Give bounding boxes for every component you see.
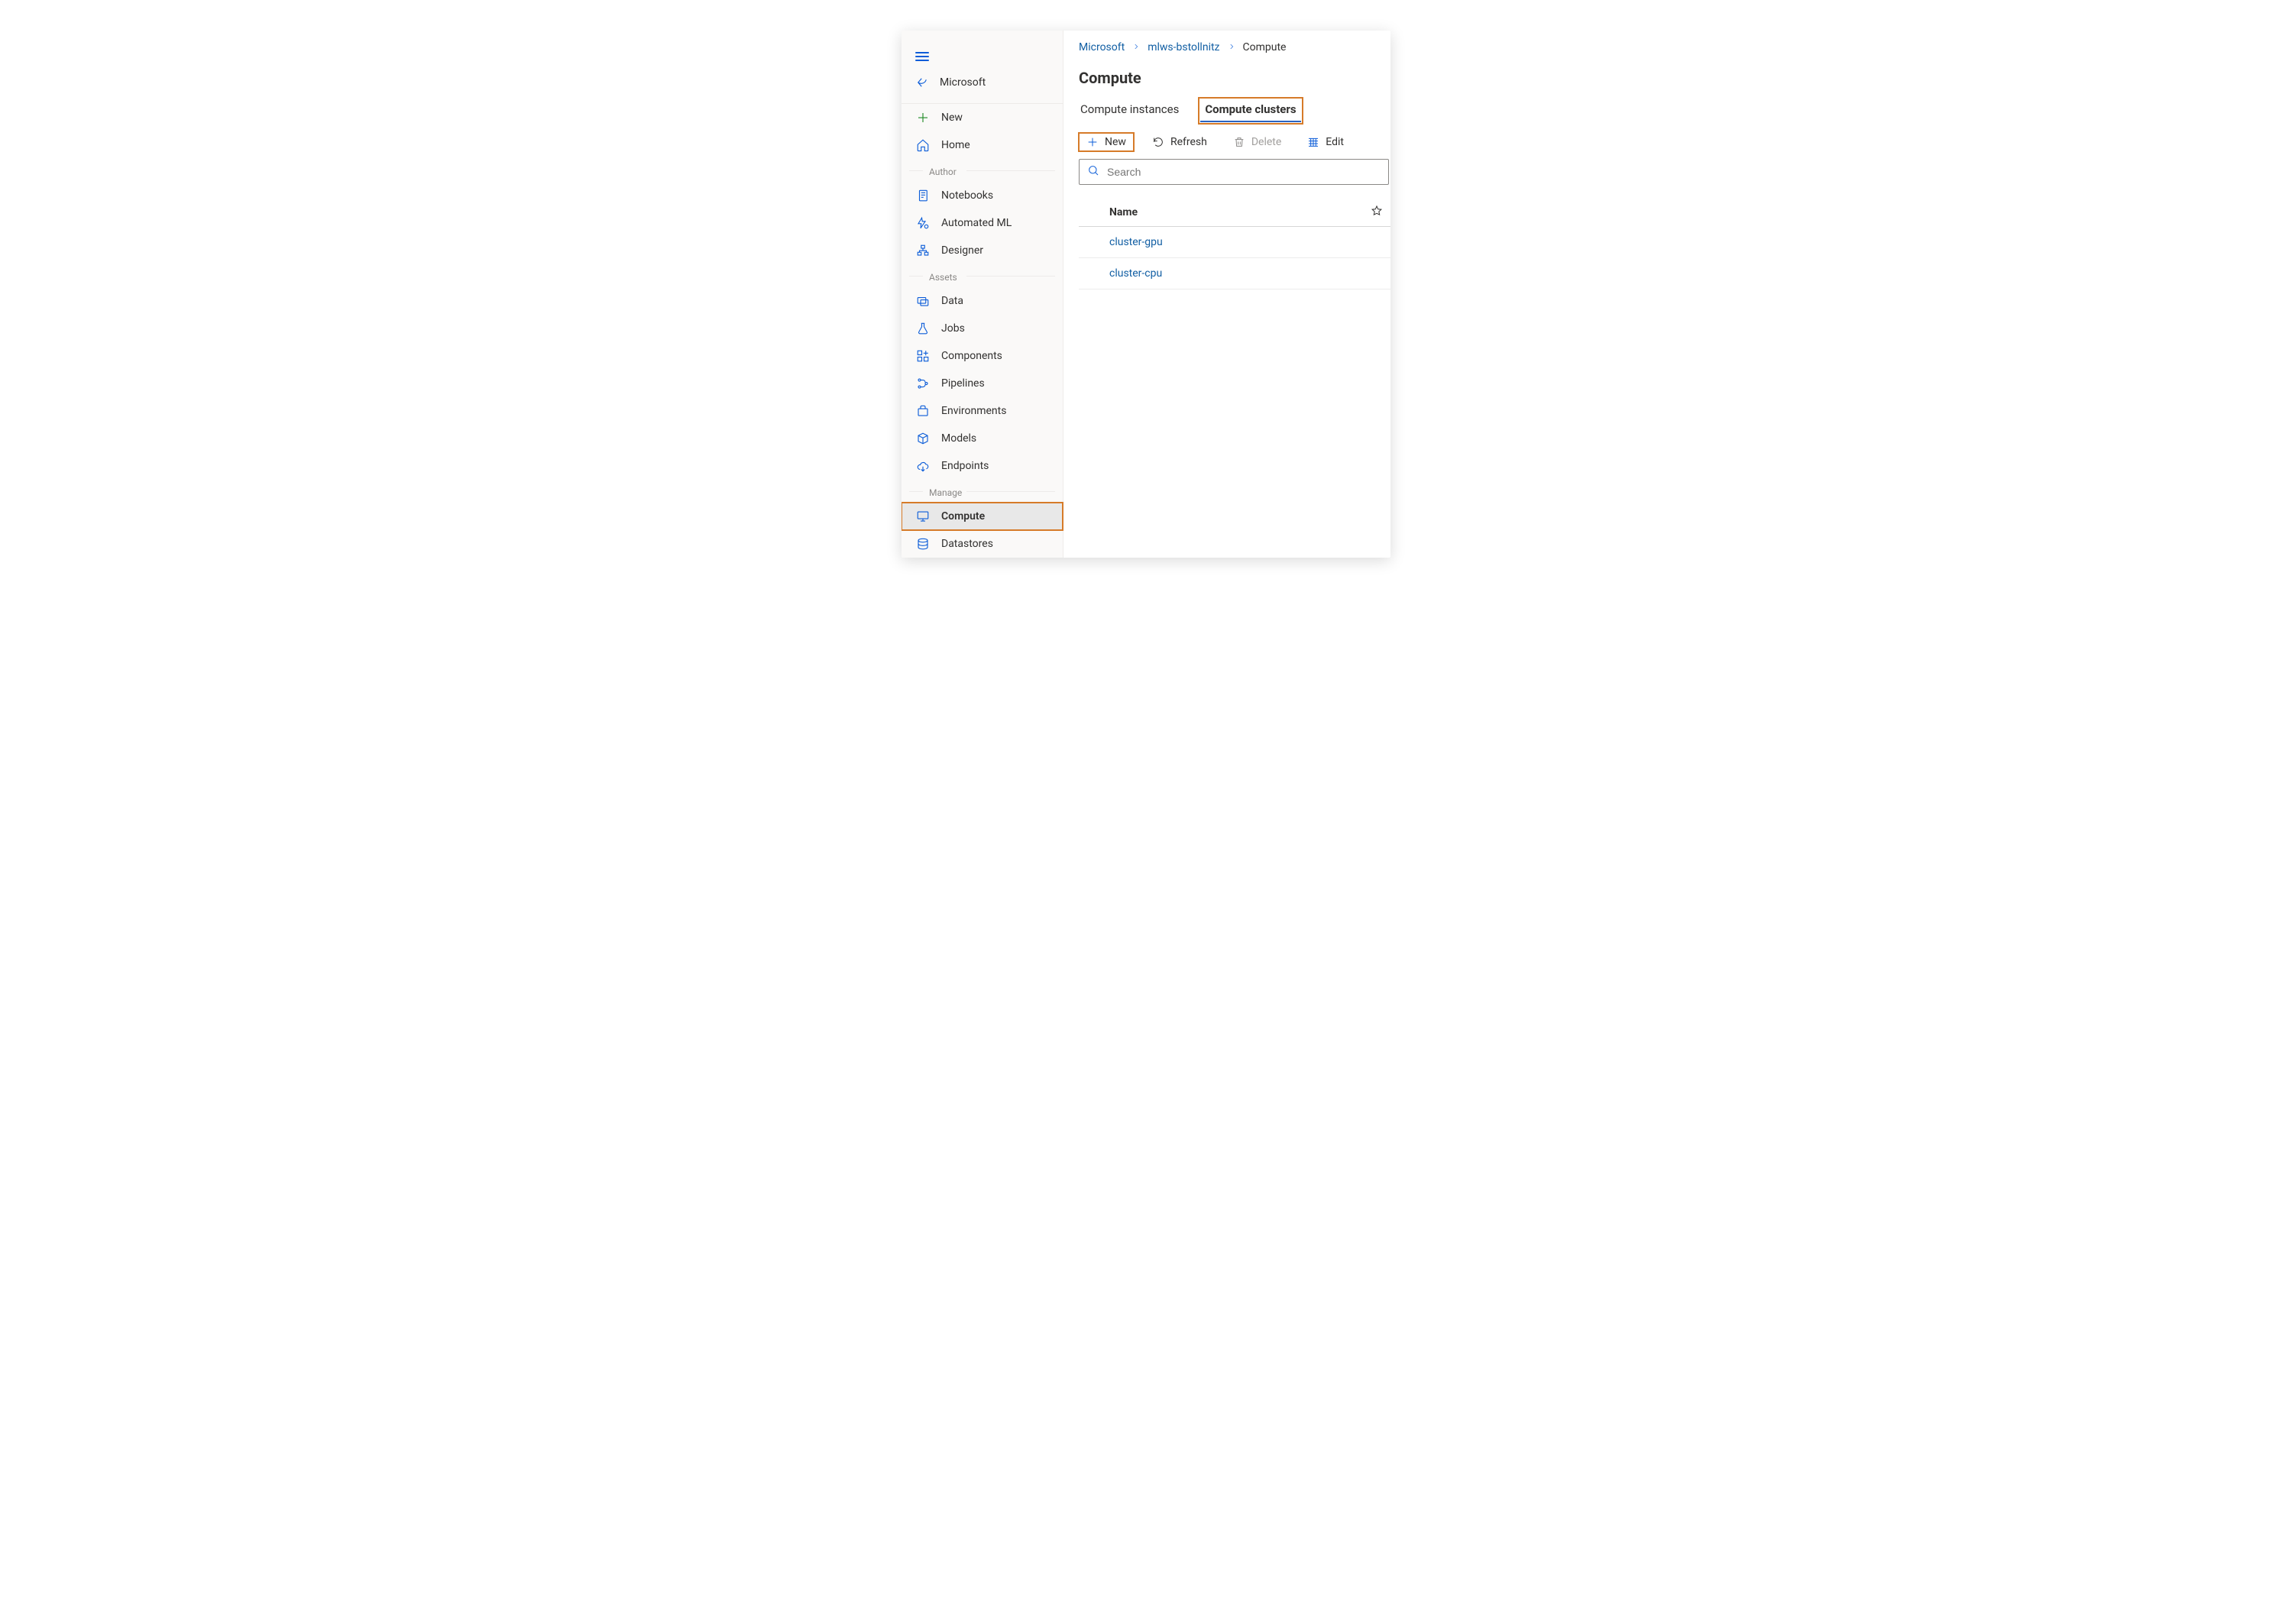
breadcrumb-link[interactable]: mlws-bstollnitz	[1148, 41, 1219, 53]
button-label: New	[1105, 136, 1126, 148]
breadcrumb-current: Compute	[1243, 41, 1287, 53]
sidebar-item-pipelines[interactable]: Pipelines	[902, 370, 1063, 397]
table-row[interactable]: cluster-gpu	[1079, 227, 1390, 258]
data-icon	[915, 294, 931, 308]
delete-button[interactable]: Delete	[1225, 133, 1289, 151]
sidebar-item-label: Notebooks	[941, 189, 993, 202]
search-input[interactable]	[1107, 166, 1381, 178]
sidebar-item-datastores[interactable]: Datastores	[902, 530, 1063, 558]
sidebar-item-label: Automated ML	[941, 217, 1012, 229]
sidebar-item-environments[interactable]: Environments	[902, 397, 1063, 425]
sidebar-item-label: Jobs	[941, 322, 965, 335]
edit-grid-icon	[1307, 136, 1319, 148]
refresh-button[interactable]: Refresh	[1144, 133, 1215, 151]
tab-compute-clusters[interactable]: Compute clusters	[1199, 98, 1302, 124]
column-name[interactable]: Name	[1109, 206, 1371, 218]
environment-icon	[915, 404, 931, 418]
main-content: Microsoft mlws-bstollnitz Compute Comput…	[1063, 31, 1390, 558]
sidebar-item-label: Datastores	[941, 538, 993, 550]
plus-icon	[1086, 136, 1099, 148]
sidebar-item-label: Home	[941, 139, 970, 151]
app-window: Microsoft New Home Author Notebooks	[902, 31, 1390, 558]
sidebar-item-label: Environments	[941, 405, 1006, 417]
sidebar-item-label: Data	[941, 295, 963, 307]
sidebar: Microsoft New Home Author Notebooks	[902, 31, 1063, 558]
search-field[interactable]	[1079, 159, 1389, 185]
cube-icon	[915, 432, 931, 445]
button-label: Delete	[1251, 136, 1281, 148]
breadcrumb: Microsoft mlws-bstollnitz Compute	[1079, 41, 1390, 53]
flask-icon	[915, 322, 931, 335]
chevron-right-icon	[1132, 41, 1140, 53]
grid-plus-icon	[915, 349, 931, 363]
trash-icon	[1233, 136, 1245, 148]
sidebar-section-manage: Manage	[902, 480, 1063, 503]
tab-compute-instances[interactable]: Compute instances	[1079, 98, 1180, 124]
hamburger-row	[902, 37, 1063, 69]
edit-button[interactable]: Edit	[1300, 133, 1352, 151]
sidebar-item-home[interactable]: Home	[902, 131, 1063, 159]
plus-icon	[915, 111, 931, 125]
sidebar-item-data[interactable]: Data	[902, 287, 1063, 315]
sidebar-item-compute[interactable]: Compute	[902, 503, 1063, 530]
button-label: Refresh	[1170, 136, 1207, 148]
button-label: Edit	[1326, 136, 1344, 148]
sidebar-item-components[interactable]: Components	[902, 342, 1063, 370]
back-button[interactable]: Microsoft	[902, 69, 1063, 103]
page-title: Compute	[1079, 69, 1390, 87]
back-arrow-icon	[915, 76, 931, 89]
pipelines-icon	[915, 377, 931, 390]
table-row[interactable]: cluster-cpu	[1079, 258, 1390, 290]
monitor-icon	[915, 510, 931, 523]
sidebar-item-automl[interactable]: Automated ML	[902, 209, 1063, 237]
sidebar-section-author: Author	[902, 159, 1063, 182]
sidebar-item-endpoints[interactable]: Endpoints	[902, 452, 1063, 480]
cluster-name-link[interactable]: cluster-gpu	[1109, 236, 1383, 248]
sidebar-item-jobs[interactable]: Jobs	[902, 315, 1063, 342]
sidebar-item-designer[interactable]: Designer	[902, 237, 1063, 264]
diagram-icon	[915, 244, 931, 257]
database-icon	[915, 537, 931, 551]
search-icon	[1087, 164, 1099, 180]
tabs: Compute instances Compute clusters	[1079, 98, 1390, 124]
sidebar-item-label: Models	[941, 432, 976, 445]
breadcrumb-link[interactable]: Microsoft	[1079, 41, 1125, 53]
toolbar: New Refresh Delete Edit	[1079, 133, 1390, 151]
hamburger-icon[interactable]	[915, 52, 929, 61]
cluster-name-link[interactable]: cluster-cpu	[1109, 267, 1383, 280]
sidebar-item-label: Endpoints	[941, 460, 989, 472]
sidebar-item-label: Compute	[941, 510, 985, 522]
chevron-right-icon	[1228, 41, 1235, 53]
sidebar-item-label: Pipelines	[941, 377, 985, 390]
back-label: Microsoft	[940, 76, 986, 89]
refresh-icon	[1152, 136, 1164, 148]
sidebar-item-notebooks[interactable]: Notebooks	[902, 182, 1063, 209]
notebook-icon	[915, 189, 931, 202]
star-icon[interactable]	[1371, 205, 1383, 220]
bolt-gear-icon	[915, 216, 931, 230]
sidebar-item-models[interactable]: Models	[902, 425, 1063, 452]
table-header: Name	[1079, 199, 1390, 227]
sidebar-section-assets: Assets	[902, 264, 1063, 287]
sidebar-item-label: New	[941, 112, 963, 124]
new-button[interactable]: New	[1079, 133, 1134, 151]
sidebar-item-new[interactable]: New	[902, 104, 1063, 131]
cloud-icon	[915, 459, 931, 473]
sidebar-item-label: Designer	[941, 244, 983, 257]
sidebar-item-label: Components	[941, 350, 1002, 362]
home-icon	[915, 138, 931, 152]
